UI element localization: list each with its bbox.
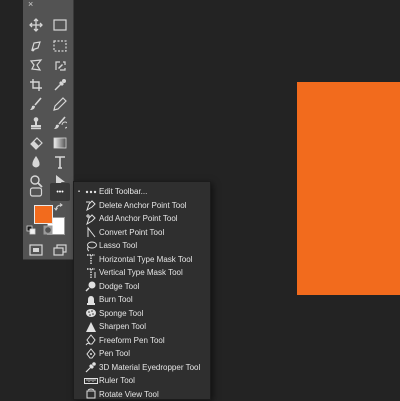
pen-icon <box>84 348 98 360</box>
more-tools-icon[interactable]: ••• <box>50 183 70 201</box>
brush-tool-icon[interactable] <box>26 95 46 113</box>
screen-mode-icon[interactable] <box>26 241 46 259</box>
sharpen-icon <box>84 321 98 333</box>
close-icon[interactable]: × <box>28 0 33 9</box>
flyout-item-horizontal-type-mask[interactable]: Horizontal Type Mask Tool <box>74 253 210 267</box>
swap-colors-icon[interactable] <box>53 202 65 212</box>
flyout-item-rotate-view[interactable]: Rotate View Tool <box>74 388 210 401</box>
gradient-tool-icon[interactable] <box>50 134 70 152</box>
pencil-tool-icon[interactable] <box>50 95 70 113</box>
foreground-color-swatch[interactable] <box>34 205 53 224</box>
orange-rectangle-shape <box>297 82 400 295</box>
rotate-view-icon <box>84 388 98 400</box>
horizontal-type-mask-icon <box>84 253 98 265</box>
flyout-item-dodge[interactable]: Dodge Tool <box>74 280 210 294</box>
default-colors-icon[interactable] <box>25 224 37 236</box>
flyout-item-sharpen[interactable]: Sharpen Tool <box>74 320 210 334</box>
flyout-item-3d-material-eyedropper[interactable]: 3D Material Eyedropper Tool <box>74 361 210 375</box>
flyout-item-label: Burn Tool <box>99 295 133 304</box>
ruler-icon <box>84 375 98 387</box>
flyout-item-label: Lasso Tool <box>99 241 137 250</box>
polygonal-lasso-icon[interactable] <box>26 56 46 74</box>
flyout-item-label: Edit Toolbar... <box>99 187 147 196</box>
extra-tools-flyout-menu: ▪ Edit Toolbar... Delete Anchor Point Tool… <box>73 181 211 400</box>
freeform-pen-icon <box>84 334 98 346</box>
crop-tool-icon[interactable] <box>26 76 46 94</box>
object-selection-icon[interactable] <box>50 56 70 74</box>
burn-icon <box>84 294 98 306</box>
artboard-marquee-icon[interactable] <box>50 16 70 34</box>
flyout-item-delete-anchor-point[interactable]: Delete Anchor Point Tool <box>74 199 210 213</box>
type-tool-icon[interactable] <box>50 153 70 171</box>
convert-point-icon <box>84 226 98 238</box>
flyout-item-convert-point[interactable]: Convert Point Tool <box>74 226 210 240</box>
flyout-item-label: 3D Material Eyedropper Tool <box>99 363 200 372</box>
vertical-type-mask-icon <box>84 267 98 279</box>
eyedropper-tool-icon[interactable] <box>50 76 70 94</box>
flyout-item-label: Delete Anchor Point Tool <box>99 201 186 210</box>
quick-mask-icon[interactable] <box>42 224 54 236</box>
add-anchor-point-icon <box>84 213 98 225</box>
quick-selection-icon[interactable] <box>50 37 70 55</box>
flyout-item-label: Ruler Tool <box>99 376 135 385</box>
selected-bullet-icon: ▪ <box>74 189 84 195</box>
flyout-item-freeform-pen[interactable]: Freeform Pen Tool <box>74 334 210 348</box>
flyout-item-label: Pen Tool <box>99 349 130 358</box>
clone-stamp-icon[interactable] <box>26 114 46 132</box>
arrange-documents-icon[interactable] <box>50 241 70 259</box>
flyout-item-label: Sharpen Tool <box>99 322 146 331</box>
flyout-item-ruler[interactable]: Ruler Tool <box>74 374 210 388</box>
flyout-item-vertical-type-mask[interactable]: Vertical Type Mask Tool <box>74 266 210 280</box>
lasso-tool-icon[interactable] <box>26 37 46 55</box>
lasso-icon <box>84 240 98 252</box>
flyout-item-sponge[interactable]: Sponge Tool <box>74 307 210 321</box>
history-brush-icon[interactable] <box>50 114 70 132</box>
dodge-icon <box>84 280 98 292</box>
flyout-item-label: Dodge Tool <box>99 282 139 291</box>
delete-anchor-point-icon <box>84 199 98 211</box>
3d-material-eyedropper-icon <box>84 361 98 373</box>
flyout-item-pen[interactable]: Pen Tool <box>74 347 210 361</box>
flyout-item-label: Add Anchor Point Tool <box>99 214 178 223</box>
flyout-item-edit-toolbar[interactable]: ▪ Edit Toolbar... <box>74 185 210 199</box>
flyout-item-lasso[interactable]: Lasso Tool <box>74 239 210 253</box>
sponge-icon <box>84 307 98 319</box>
tools-panel: × <box>23 0 74 260</box>
move-tool-icon[interactable] <box>26 16 46 34</box>
flyout-item-add-anchor-point[interactable]: Add Anchor Point Tool <box>74 212 210 226</box>
blur-tool-icon[interactable] <box>26 153 46 171</box>
flyout-item-label: Horizontal Type Mask Tool <box>99 255 193 264</box>
more-tools-glyph: ••• <box>56 189 63 196</box>
shape-tool-icon[interactable] <box>26 183 46 201</box>
flyout-item-label: Freeform Pen Tool <box>99 336 165 345</box>
flyout-item-label: Sponge Tool <box>99 309 143 318</box>
flyout-item-label: Vertical Type Mask Tool <box>99 268 183 277</box>
edit-toolbar-icon <box>84 186 98 198</box>
flyout-item-burn[interactable]: Burn Tool <box>74 293 210 307</box>
flyout-item-label: Convert Point Tool <box>99 228 164 237</box>
eraser-tool-icon[interactable] <box>26 134 46 152</box>
flyout-item-label: Rotate View Tool <box>99 390 159 399</box>
